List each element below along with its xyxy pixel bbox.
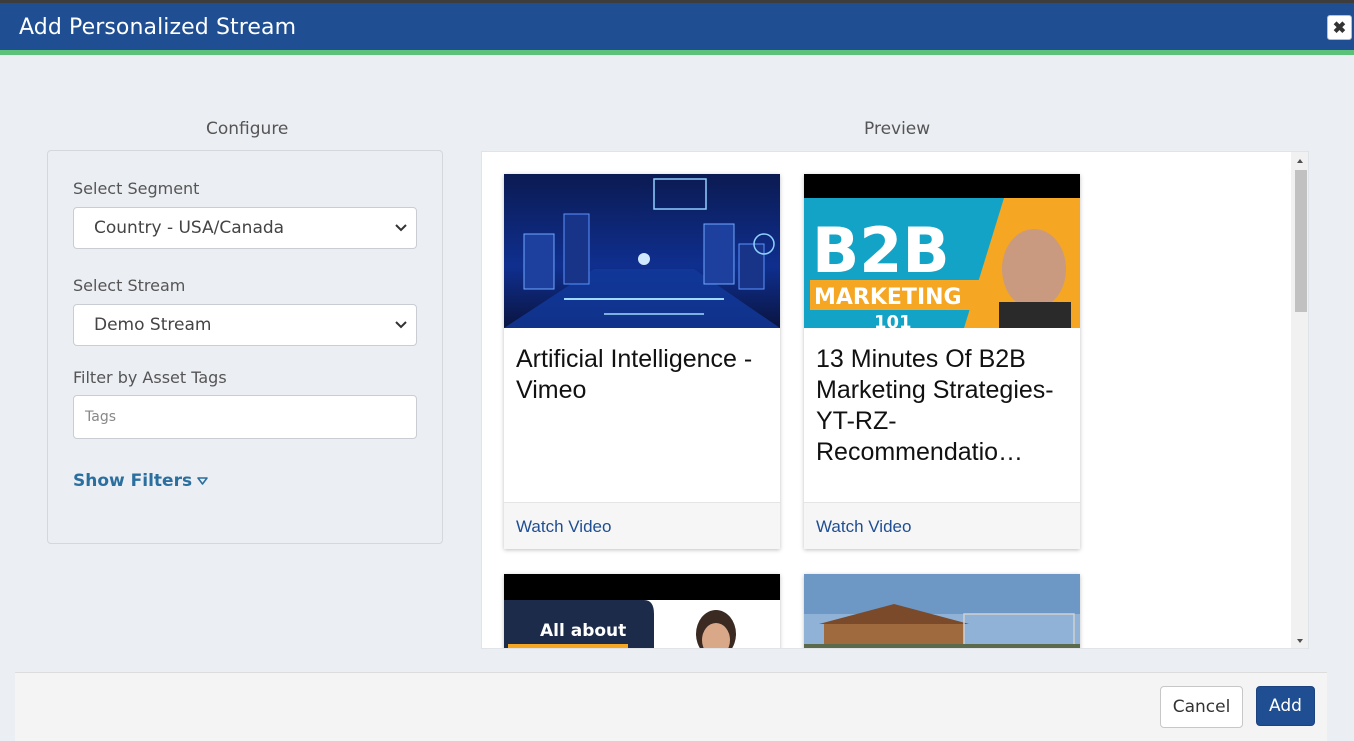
segment-select-value: Country - USA/Canada bbox=[94, 218, 285, 238]
video-card[interactable]: Artificial Intelligence - Vimeo Watch Vi… bbox=[504, 174, 780, 549]
tags-placeholder: Tags bbox=[85, 409, 116, 425]
video-title: Artificial Intelligence - Vimeo bbox=[516, 345, 753, 404]
cancel-button[interactable]: Cancel bbox=[1160, 686, 1243, 728]
thumbnail-image: All about bbox=[504, 574, 780, 648]
video-thumbnail[interactable] bbox=[804, 574, 1080, 648]
video-card[interactable] bbox=[804, 574, 1080, 648]
tags-input[interactable]: Tags bbox=[73, 395, 417, 439]
card-footer: Watch Video bbox=[504, 502, 780, 549]
stream-select-value: Demo Stream bbox=[94, 315, 212, 335]
dialog-footer bbox=[15, 672, 1327, 741]
video-thumbnail[interactable]: B2B MARKETING 101 bbox=[804, 174, 1080, 328]
configure-panel: Select Segment Country - USA/Canada Sele… bbox=[47, 150, 443, 544]
dialog-header: Add Personalized Stream ✖ bbox=[0, 3, 1354, 50]
show-filters-label: Show Filters bbox=[73, 471, 193, 491]
configure-heading: Configure bbox=[206, 119, 289, 139]
preview-panel[interactable]: Artificial Intelligence - Vimeo Watch Vi… bbox=[481, 151, 1309, 649]
header-accent-stripe bbox=[0, 50, 1354, 55]
preview-heading: Preview bbox=[864, 119, 931, 139]
thumb-text-all-about: All about bbox=[540, 621, 626, 641]
segment-select[interactable]: Country - USA/Canada bbox=[73, 207, 417, 249]
thumb-text-marketing: MARKETING bbox=[814, 285, 962, 310]
b2b-thumbnail-image: B2B MARKETING 101 bbox=[804, 174, 1080, 328]
close-icon: ✖ bbox=[1332, 19, 1347, 37]
ai-thumbnail-image bbox=[504, 174, 780, 328]
tags-label: Filter by Asset Tags bbox=[73, 368, 227, 387]
chevron-down-icon bbox=[395, 321, 407, 329]
scroll-thumb[interactable] bbox=[1295, 170, 1307, 312]
video-thumbnail[interactable]: All about bbox=[504, 574, 780, 648]
video-title: 13 Minutes Of B2B Marketing Strategies-Y… bbox=[816, 345, 1054, 466]
card-footer: Watch Video bbox=[804, 502, 1080, 549]
segment-label: Select Segment bbox=[73, 179, 200, 198]
watch-video-link[interactable]: Watch Video bbox=[816, 517, 911, 537]
add-button[interactable]: Add bbox=[1256, 686, 1315, 726]
scroll-up-arrow-icon[interactable] bbox=[1295, 156, 1305, 166]
video-card[interactable]: All about bbox=[504, 574, 780, 648]
thumb-text-b2b: B2B bbox=[812, 214, 950, 287]
stream-select[interactable]: Demo Stream bbox=[73, 304, 417, 346]
caret-down-icon bbox=[197, 476, 208, 485]
stream-label: Select Stream bbox=[73, 276, 186, 295]
watch-video-link[interactable]: Watch Video bbox=[516, 517, 611, 537]
scroll-down-arrow-icon[interactable] bbox=[1295, 636, 1305, 646]
close-button[interactable]: ✖ bbox=[1327, 15, 1352, 40]
show-filters-link[interactable]: Show Filters bbox=[73, 471, 208, 491]
dialog-title: Add Personalized Stream bbox=[19, 15, 297, 40]
building-thumbnail-image bbox=[804, 574, 1080, 648]
chevron-down-icon bbox=[395, 224, 407, 232]
thumb-text-101: 101 bbox=[874, 312, 912, 328]
preview-scrollbar[interactable] bbox=[1291, 152, 1308, 648]
video-card[interactable]: B2B MARKETING 101 13 Minutes Of B2B Mark… bbox=[804, 174, 1080, 549]
video-thumbnail[interactable] bbox=[504, 174, 780, 328]
